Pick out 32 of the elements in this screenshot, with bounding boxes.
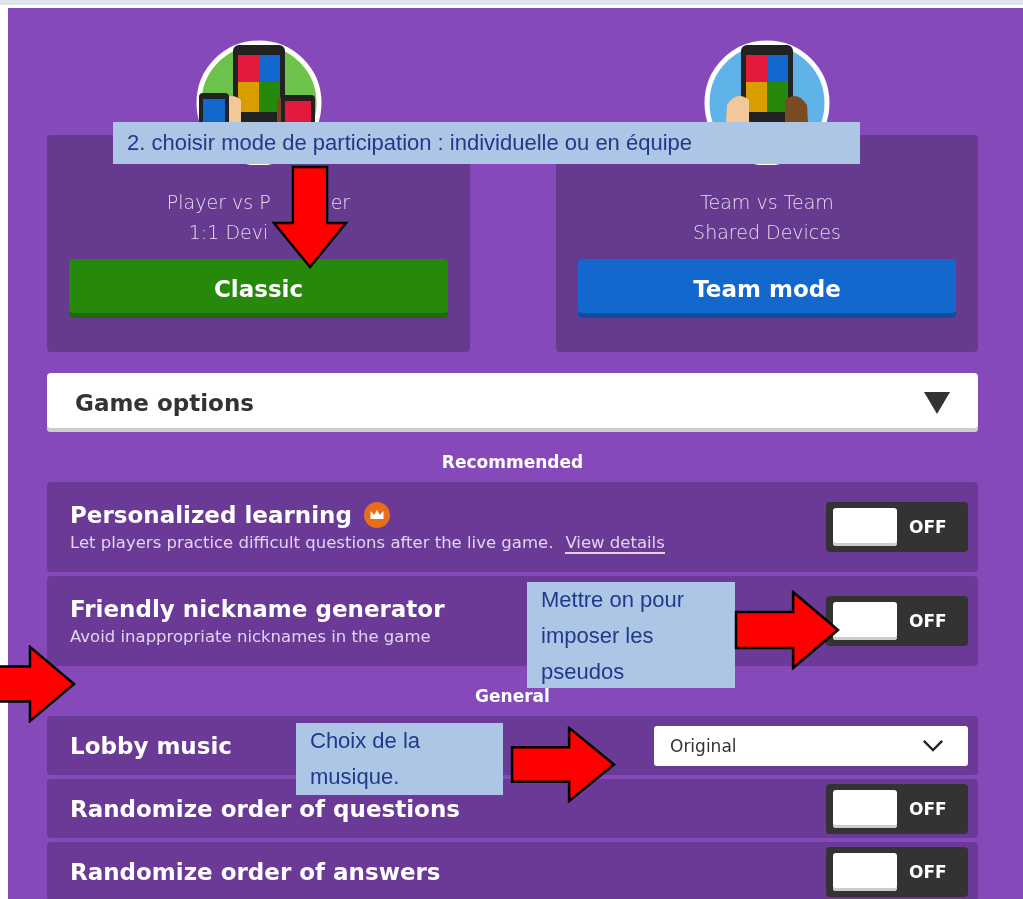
mode-description: Player vs P [166, 190, 271, 215]
team-mode-button[interactable]: Team mode [578, 259, 956, 318]
chevron-icon [922, 739, 944, 752]
arrow-icon [272, 165, 348, 269]
mode-description: Team vs Team [700, 190, 834, 215]
mode-description: Shared Devices [693, 220, 841, 245]
option-description: Avoid inappropriate nicknames in the game [70, 627, 431, 646]
option-label: Randomize order of answers [70, 858, 441, 885]
option-description: Let players practice difficult questions after the live game. [70, 533, 554, 552]
section-heading: General [474, 686, 551, 706]
callout-note: Mettre on pour imposer les pseudos [527, 582, 735, 688]
callout-note: 2. choisir mode de participation : individuelle ou en équipe [113, 122, 860, 164]
toggle-switch[interactable]: OFF [826, 596, 968, 646]
arrow-icon [0, 645, 76, 723]
section-heading: Recommended [440, 452, 585, 472]
toggle-switch[interactable]: OFF [826, 502, 968, 552]
toggle-switch[interactable]: OFF [826, 846, 968, 897]
option-label: Friendly nickname generator [70, 596, 445, 622]
game-options-title: Game options [75, 389, 254, 416]
arrow-icon [734, 590, 840, 670]
music-dropdown[interactable]: Original [654, 725, 968, 766]
toggle-switch[interactable]: OFF [826, 783, 968, 834]
arrow-icon [510, 726, 616, 803]
option-label: Personalized learning [70, 502, 352, 528]
option-label: Lobby music [70, 732, 232, 759]
classic-button[interactable]: Classic [69, 259, 448, 318]
option-label: Randomize order of questions [70, 795, 460, 822]
mode-description: 1:1 Devi [188, 220, 269, 245]
game-options-bar[interactable]: Game options [47, 373, 978, 432]
view-details-link[interactable]: View details [565, 533, 665, 554]
callout-note: Choix de la musique. [296, 723, 503, 795]
mode-description: er [330, 190, 351, 215]
